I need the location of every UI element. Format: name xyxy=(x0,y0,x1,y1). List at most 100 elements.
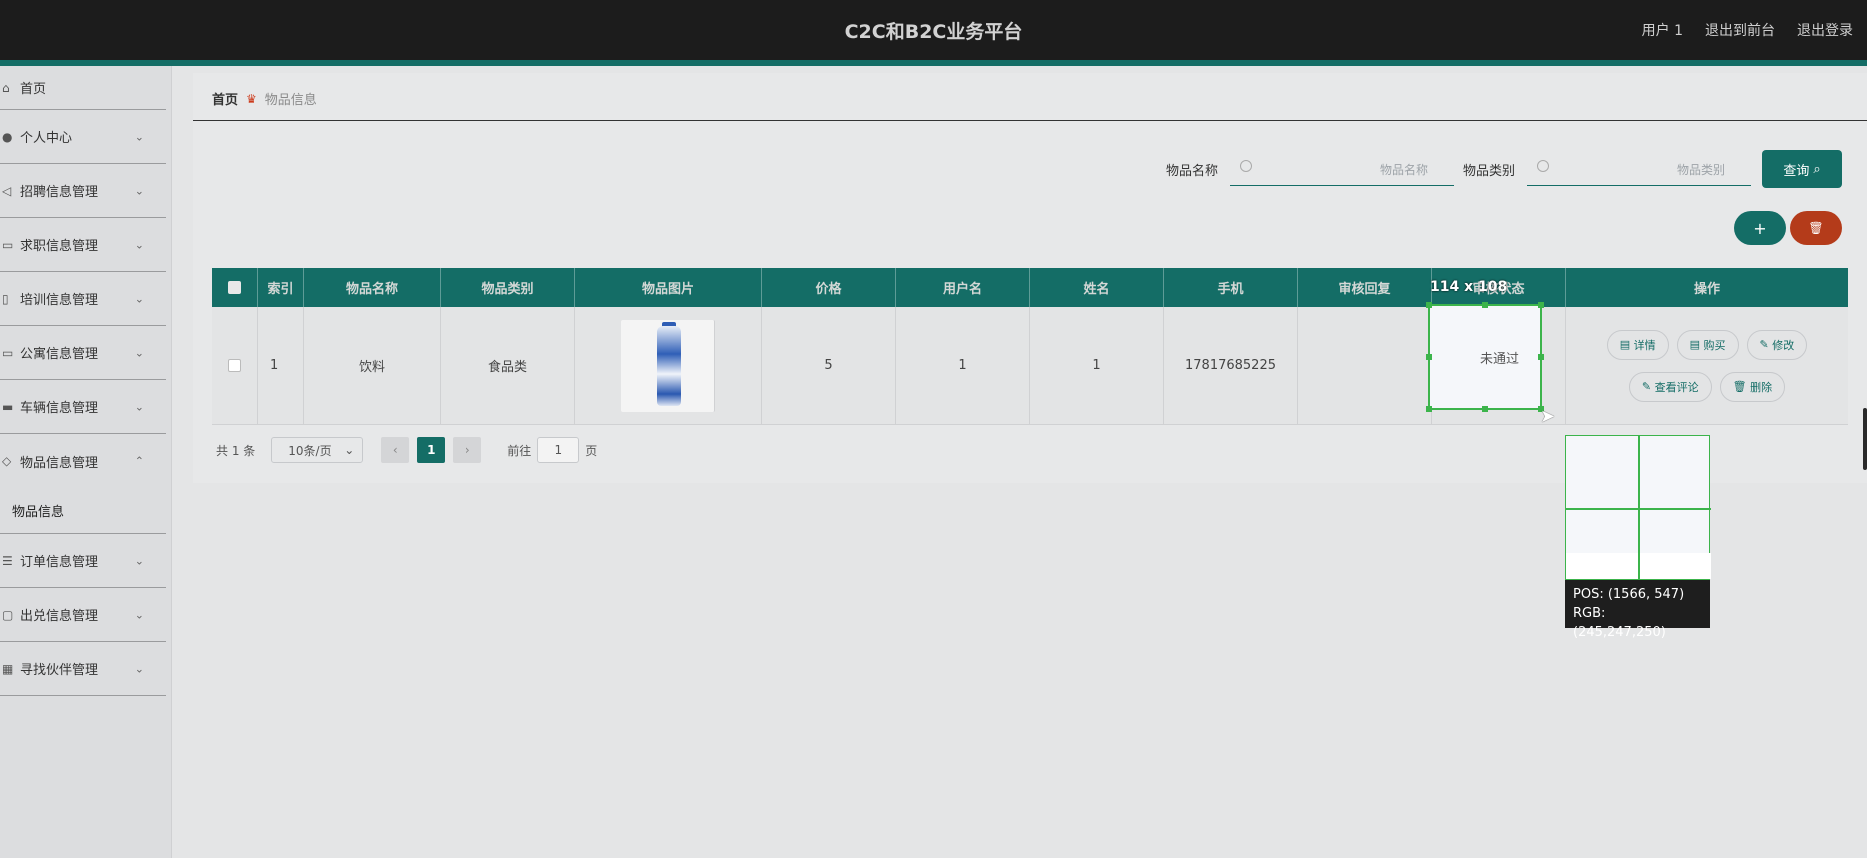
search-category-group: 物品类别 物品类别 xyxy=(1463,152,1752,186)
header-image: 物品图片 xyxy=(575,268,762,307)
search-category-input[interactable]: 物品类别 xyxy=(1527,152,1752,186)
breadcrumb: 首页 ♛ 物品信息 xyxy=(212,89,317,109)
sidebar-item-apartment[interactable]: ▭ 公寓信息管理 ⌄ xyxy=(0,326,166,380)
goto-page-input[interactable]: 1 xyxy=(537,437,580,463)
select-all-cell xyxy=(212,268,258,307)
search-icon: ⌕ xyxy=(1813,161,1821,177)
actions-row-1: ▤ 详情 ▤ 购买 ✎ 修改 xyxy=(1606,329,1808,360)
capture-selection-box[interactable]: 未通过 xyxy=(1426,302,1544,412)
chevron-down-icon: ⌄ xyxy=(134,400,144,413)
search-category-label: 物品类别 xyxy=(1463,163,1516,179)
chevron-down-icon: ⌄ xyxy=(344,443,355,457)
chevron-down-icon: ⌄ xyxy=(134,346,144,359)
cart-icon: ▤ xyxy=(1689,338,1704,351)
cell-index: 1 xyxy=(258,307,304,424)
add-button[interactable]: + xyxy=(1734,211,1786,245)
user-icon: ● xyxy=(2,129,13,144)
page-number-current[interactable]: 1 xyxy=(417,437,446,463)
edit-icon: ✎ xyxy=(1641,380,1655,393)
user-menu[interactable]: 用户 1 xyxy=(1642,20,1683,40)
capture-dimensions: 114 x 108 xyxy=(1430,279,1508,295)
chevron-right-icon: › xyxy=(464,443,470,457)
sidebar-item-goods[interactable]: ◇ 物品信息管理 ⌃ xyxy=(0,434,166,488)
resize-handle[interactable] xyxy=(1426,354,1432,360)
car-icon: ▬ xyxy=(2,399,14,414)
document-icon: ▤ xyxy=(1619,338,1634,351)
sidebar-item-label: 个人中心 xyxy=(20,131,73,146)
next-page-button[interactable]: › xyxy=(453,437,482,463)
product-image[interactable] xyxy=(621,319,715,412)
top-accent-bar xyxy=(0,60,1867,66)
box-icon: ◇ xyxy=(2,454,12,468)
magnifier xyxy=(1565,435,1711,581)
header-category: 物品类别 xyxy=(441,268,575,307)
delete-button[interactable]: 🗑 删除 xyxy=(1719,371,1786,402)
search-name-input[interactable]: 物品名称 xyxy=(1230,152,1455,186)
chat-icon: ▢ xyxy=(2,607,14,622)
buy-button[interactable]: ▤ 购买 xyxy=(1676,329,1739,360)
detail-button[interactable]: ▤ 详情 xyxy=(1606,329,1669,360)
scrollbar[interactable] xyxy=(1863,408,1867,470)
to-front-link[interactable]: 退出到前台 xyxy=(1705,20,1775,40)
sidebar-item-vehicle[interactable]: ▬ 车辆信息管理 ⌄ xyxy=(0,380,166,434)
sidebar-item-order[interactable]: ☰ 订单信息管理 ⌄ xyxy=(0,534,166,588)
send-icon: ◁ xyxy=(2,183,12,198)
sidebar-item-label: 出兑信息管理 xyxy=(20,609,99,624)
pagination-total: 共 1 条 xyxy=(216,443,256,458)
goto-prefix: 前往 xyxy=(507,443,532,458)
sidebar-item-label: 首页 xyxy=(20,82,47,97)
cell-price: 5 xyxy=(762,307,896,424)
sidebar-item-jobseek[interactable]: ▭ 求职信息管理 ⌄ xyxy=(0,218,166,272)
list-icon: ☰ xyxy=(2,553,13,568)
resize-handle[interactable] xyxy=(1482,406,1488,412)
sidebar-item-training[interactable]: ▯ 培训信息管理 ⌄ xyxy=(0,272,166,326)
status-badge: 未通过 xyxy=(1480,352,1520,367)
sidebar-item-label: 车辆信息管理 xyxy=(20,401,99,416)
home-icon: ⌂ xyxy=(2,80,10,95)
resize-handle[interactable] xyxy=(1538,302,1544,308)
sidebar-item-partner[interactable]: ▦ 寻找伙伴管理 ⌄ xyxy=(0,642,166,696)
page-size-select[interactable]: 10条/页 ⌄ xyxy=(271,437,364,463)
sidebar-item-label: 物品信息管理 xyxy=(20,455,99,471)
view-comments-button[interactable]: ✎ 查看评论 xyxy=(1628,371,1712,402)
select-all-checkbox[interactable] xyxy=(228,281,241,294)
sidebar-item-home[interactable]: ⌂ 首页 xyxy=(0,66,166,110)
query-button[interactable]: 查询 ⌕ xyxy=(1762,150,1842,188)
goto-page: 前往 1 页 xyxy=(507,437,597,463)
sidebar-item-personal[interactable]: ● 个人中心 ⌄ xyxy=(0,110,166,164)
header-realname: 姓名 xyxy=(1030,268,1164,307)
resize-handle[interactable] xyxy=(1426,406,1432,412)
app-title: C2C和B2C业务平台 xyxy=(844,21,1023,43)
folder-icon: ▭ xyxy=(2,237,14,252)
sidebar-item-label: 寻找伙伴管理 xyxy=(20,663,99,678)
building-icon: ▭ xyxy=(2,345,14,360)
row-checkbox[interactable] xyxy=(228,359,241,372)
sidebar-item-recruit[interactable]: ◁ 招聘信息管理 ⌄ xyxy=(0,164,166,218)
prev-page-button[interactable]: ‹ xyxy=(381,437,410,463)
breadcrumb-current: 物品信息 xyxy=(264,93,317,108)
logout-link[interactable]: 退出登录 xyxy=(1797,20,1853,40)
chevron-down-icon: ⌄ xyxy=(134,238,144,251)
sidebar-subitem-goods-info[interactable]: 物品信息 xyxy=(0,488,166,534)
resize-handle[interactable] xyxy=(1426,302,1432,308)
search-icon xyxy=(1537,160,1550,172)
header-reply: 审核回复 xyxy=(1298,268,1432,307)
query-button-label: 查询 xyxy=(1783,163,1810,179)
sidebar-item-exchange[interactable]: ▢ 出兑信息管理 ⌄ xyxy=(0,588,166,642)
resize-handle[interactable] xyxy=(1538,354,1544,360)
top-bar: C2C和B2C业务平台 用户 1 退出到前台 退出登录 xyxy=(0,0,1867,66)
resize-handle[interactable] xyxy=(1482,302,1488,308)
breadcrumb-divider xyxy=(193,120,1867,121)
batch-delete-button[interactable]: 🗑 xyxy=(1790,211,1842,245)
search-name-label: 物品名称 xyxy=(1166,163,1219,179)
breadcrumb-home[interactable]: 首页 xyxy=(212,89,238,108)
chevron-down-icon: ⌄ xyxy=(134,608,144,621)
pixel-rgb: RGB: (245,247,250) xyxy=(1573,606,1666,640)
header-price: 价格 xyxy=(762,268,896,307)
cell-actions: ▤ 详情 ▤ 购买 ✎ 修改 ✎ 查看评论 🗑 删除 xyxy=(1566,307,1848,424)
cell-username: 1 xyxy=(896,307,1030,424)
header-name: 物品名称 xyxy=(304,268,441,307)
cell-realname: 1 xyxy=(1030,307,1164,424)
page-size-value: 10条/页 xyxy=(288,443,332,458)
edit-button[interactable]: ✎ 修改 xyxy=(1746,329,1808,360)
